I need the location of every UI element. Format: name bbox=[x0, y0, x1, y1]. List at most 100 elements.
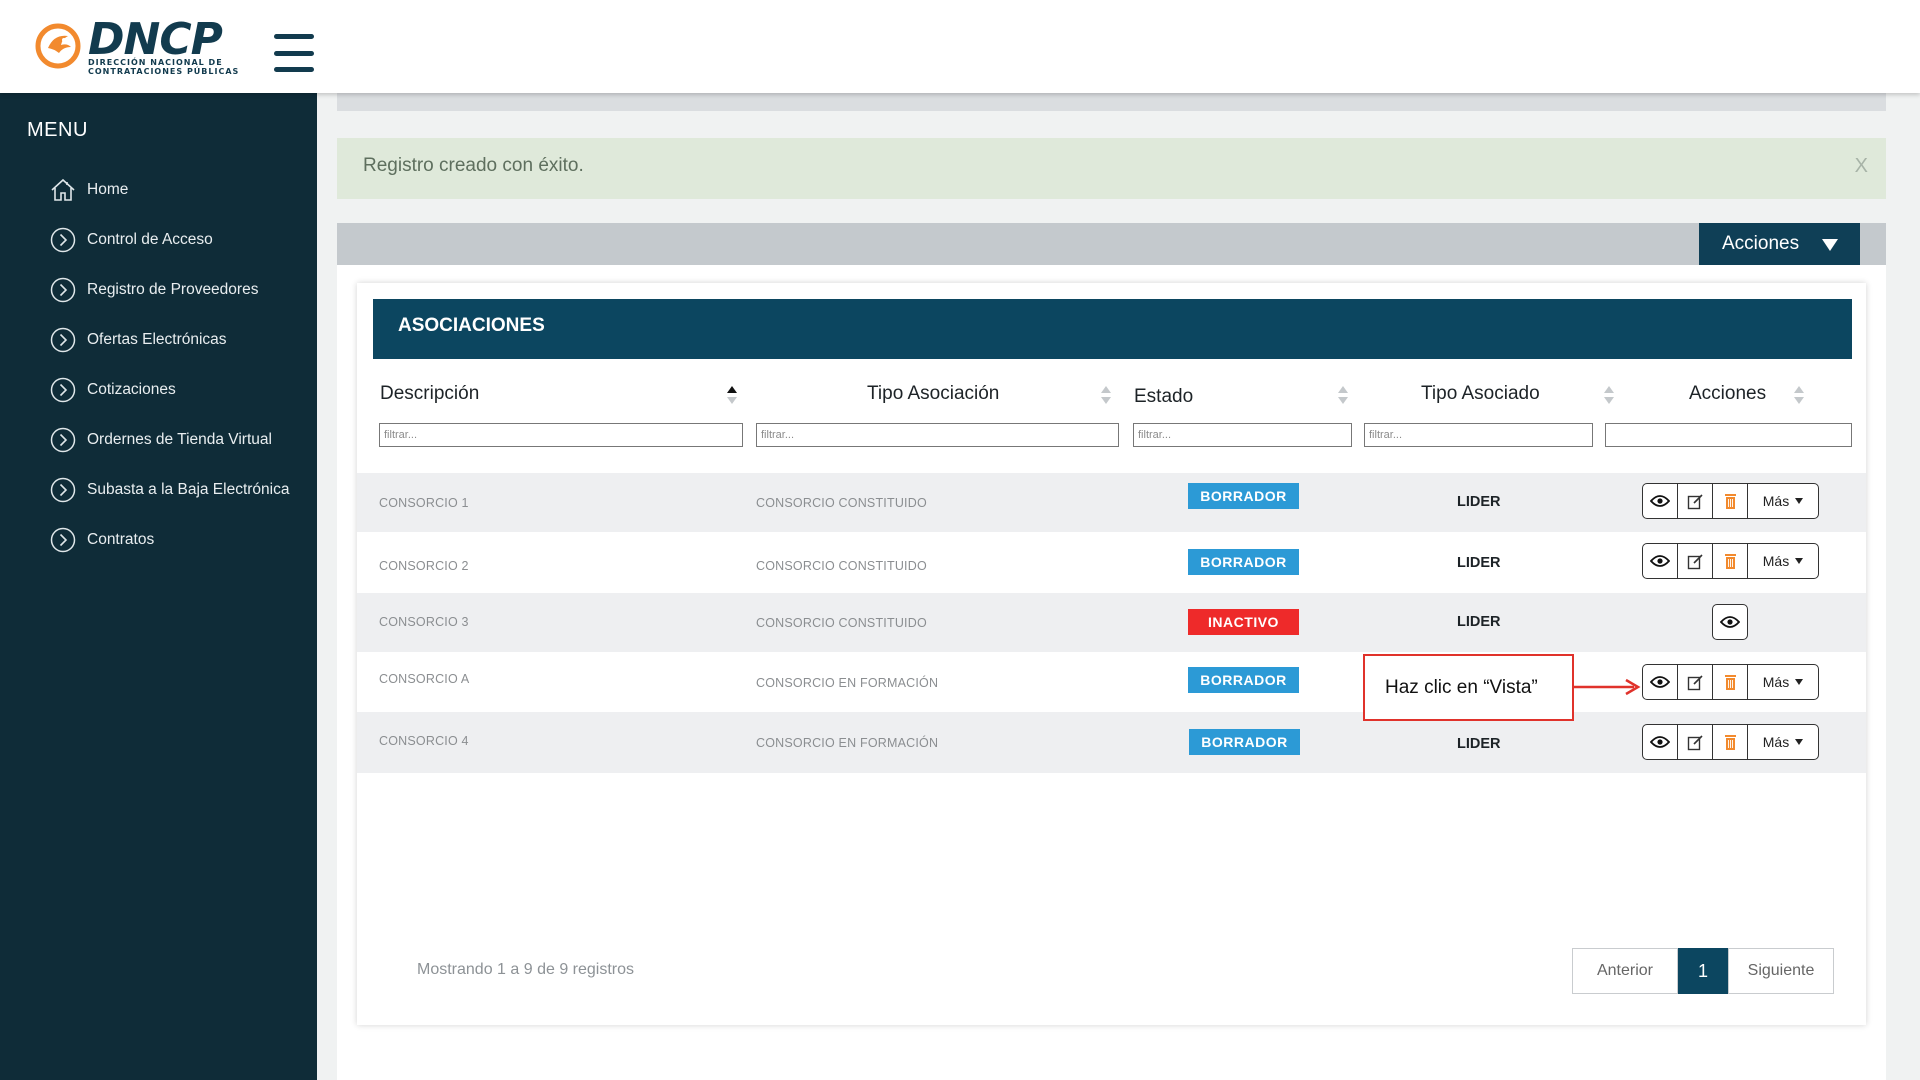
view-button[interactable] bbox=[1643, 544, 1678, 578]
cell-tipo-asociacion: CONSORCIO EN FORMACIÓN bbox=[756, 676, 939, 690]
logo-subtitle: DIRECCIÓN NACIONAL DE CONTRATACIONES PÚB… bbox=[88, 58, 240, 76]
sort-icon[interactable] bbox=[1338, 386, 1348, 406]
sidebar-item-ofertas-electronicas[interactable]: Ofertas Electrónicas bbox=[50, 325, 227, 355]
eye-icon bbox=[1650, 555, 1670, 567]
mas-label: Más bbox=[1762, 734, 1790, 750]
pagination-prev-button[interactable]: Anterior bbox=[1572, 948, 1678, 994]
pagination-current-page[interactable]: 1 bbox=[1678, 948, 1728, 994]
toolbar: Acciones bbox=[337, 223, 1886, 265]
chevron-right-circle-icon bbox=[50, 427, 76, 453]
edit-button[interactable] bbox=[1678, 484, 1713, 518]
edit-button[interactable] bbox=[1678, 544, 1713, 578]
delete-button[interactable] bbox=[1713, 665, 1748, 699]
pagination-next-button[interactable]: Siguiente bbox=[1728, 948, 1834, 994]
column-header-tipo-asociacion[interactable]: Tipo Asociación bbox=[867, 383, 999, 405]
trash-icon bbox=[1724, 554, 1736, 569]
cell-tipo-asociacion: CONSORCIO CONSTITUIDO bbox=[756, 559, 927, 573]
sort-icon[interactable] bbox=[727, 386, 737, 406]
view-button[interactable] bbox=[1643, 484, 1678, 518]
sidebar-item-label: Ofertas Electrónicas bbox=[87, 331, 227, 348]
sort-icon[interactable] bbox=[1604, 386, 1614, 406]
edit-button[interactable] bbox=[1678, 665, 1713, 699]
sidebar-item-control-de-acceso[interactable]: Control de Acceso bbox=[50, 225, 213, 255]
sidebar: MENU Home Control de Acceso Registro de … bbox=[0, 93, 317, 1080]
column-header-acciones[interactable]: Acciones bbox=[1689, 383, 1766, 405]
mas-dropdown-button[interactable]: Más bbox=[1748, 665, 1818, 699]
mas-dropdown-button[interactable]: Más bbox=[1748, 484, 1818, 518]
filter-tipo-asociado-input[interactable] bbox=[1364, 423, 1593, 447]
status-badge: BORRADOR bbox=[1188, 549, 1299, 575]
filter-descripcion-input[interactable] bbox=[379, 423, 743, 447]
cell-descripcion: CONSORCIO 2 bbox=[379, 559, 469, 573]
caret-down-icon bbox=[1822, 239, 1838, 251]
chevron-right-circle-icon bbox=[50, 527, 76, 553]
delete-button[interactable] bbox=[1713, 544, 1748, 578]
top-strip bbox=[337, 93, 1886, 111]
sidebar-item-registro-proveedores[interactable]: Registro de Proveedores bbox=[50, 275, 258, 305]
edit-icon bbox=[1687, 493, 1703, 509]
alert-close-button[interactable]: X bbox=[1855, 155, 1868, 178]
sort-icon[interactable] bbox=[1101, 386, 1111, 406]
table-row: CONSORCIO 2 CONSORCIO CONSTITUIDO BORRAD… bbox=[357, 532, 1866, 593]
home-icon bbox=[50, 177, 76, 203]
sidebar-item-label: Home bbox=[87, 181, 129, 198]
cell-tipo-asociado: LIDER bbox=[1457, 494, 1501, 510]
column-header-estado[interactable]: Estado bbox=[1134, 386, 1193, 408]
chevron-right-circle-icon bbox=[50, 477, 76, 503]
cell-tipo-asociacion: CONSORCIO CONSTITUIDO bbox=[756, 616, 927, 630]
mas-label: Más bbox=[1762, 674, 1790, 690]
sidebar-item-ordenes-tienda-virtual[interactable]: Ordernes de Tienda Virtual bbox=[50, 425, 272, 455]
row-actions-group: Más bbox=[1642, 483, 1819, 519]
chevron-right-circle-icon bbox=[50, 327, 76, 353]
eye-icon bbox=[1650, 676, 1670, 688]
sidebar-item-subasta[interactable]: Subasta a la Baja Electrónica bbox=[50, 475, 289, 505]
mas-dropdown-button[interactable]: Más bbox=[1748, 725, 1818, 759]
edit-icon bbox=[1687, 553, 1703, 569]
sidebar-item-label: Registro de Proveedores bbox=[87, 281, 259, 298]
filter-acciones-input[interactable] bbox=[1605, 423, 1852, 447]
sidebar-item-contratos[interactable]: Contratos bbox=[50, 525, 154, 555]
mas-label: Más bbox=[1762, 493, 1790, 509]
chevron-right-circle-icon bbox=[50, 277, 76, 303]
view-button[interactable] bbox=[1643, 665, 1678, 699]
sidebar-item-home[interactable]: Home bbox=[50, 175, 128, 205]
acciones-dropdown-button[interactable]: Acciones bbox=[1699, 223, 1860, 265]
eye-icon bbox=[1720, 616, 1740, 628]
sidebar-item-cotizaciones[interactable]: Cotizaciones bbox=[50, 375, 176, 405]
arrow-right-icon bbox=[1574, 678, 1641, 696]
row-actions-group: Más bbox=[1642, 664, 1819, 700]
sidebar-item-label: Subasta a la Baja Electrónica bbox=[87, 481, 290, 498]
filter-estado-input[interactable] bbox=[1133, 423, 1352, 447]
row-actions-group: Más bbox=[1642, 543, 1819, 579]
cell-descripcion: CONSORCIO 1 bbox=[379, 496, 469, 510]
filter-tipo-asociacion-input[interactable] bbox=[756, 423, 1119, 447]
dncp-emblem-icon bbox=[35, 23, 81, 69]
delete-button[interactable] bbox=[1713, 484, 1748, 518]
edit-button[interactable] bbox=[1678, 725, 1713, 759]
dncp-logo[interactable]: DNCP DIRECCIÓN NACIONAL DE CONTRATACIONE… bbox=[34, 14, 238, 80]
delete-button[interactable] bbox=[1713, 725, 1748, 759]
sort-icon[interactable] bbox=[1794, 386, 1804, 406]
table-row: CONSORCIO 4 CONSORCIO EN FORMACIÓN BORRA… bbox=[357, 712, 1866, 773]
column-header-descripcion[interactable]: Descripción bbox=[380, 383, 479, 405]
mas-dropdown-button[interactable]: Más bbox=[1748, 544, 1818, 578]
sidebar-item-label: Contratos bbox=[87, 531, 155, 548]
status-badge: BORRADOR bbox=[1189, 729, 1300, 755]
trash-icon bbox=[1724, 735, 1736, 750]
callout-annotation: Haz clic en “Vista” bbox=[1363, 654, 1574, 721]
table-title: ASOCIACIONES bbox=[373, 299, 1852, 359]
edit-icon bbox=[1687, 674, 1703, 690]
cell-tipo-asociado: LIDER bbox=[1457, 614, 1501, 630]
status-badge: BORRADOR bbox=[1188, 483, 1299, 509]
view-button[interactable] bbox=[1712, 604, 1748, 640]
sidebar-item-label: Control de Acceso bbox=[87, 231, 213, 248]
view-button[interactable] bbox=[1643, 725, 1678, 759]
caret-down-icon bbox=[1795, 679, 1804, 685]
eye-icon bbox=[1650, 736, 1670, 748]
caret-down-icon bbox=[1795, 498, 1804, 504]
column-header-tipo-asociado[interactable]: Tipo Asociado bbox=[1421, 383, 1540, 405]
asociaciones-card: ASOCIACIONES Descripción Tipo Asociación… bbox=[357, 283, 1866, 1025]
cell-descripcion: CONSORCIO 3 bbox=[379, 615, 469, 629]
chevron-right-circle-icon bbox=[50, 227, 76, 253]
hamburger-menu-icon[interactable] bbox=[274, 34, 314, 72]
